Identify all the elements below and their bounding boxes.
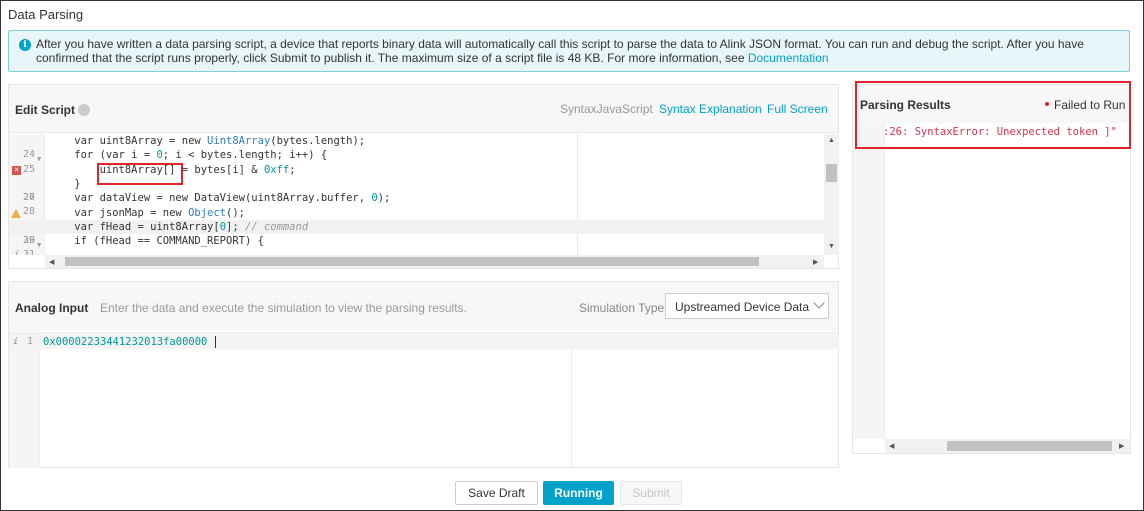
script-language-label: SyntaxJavaScript: [560, 102, 653, 116]
scroll-thumb[interactable]: [947, 441, 1112, 451]
warning-icon[interactable]: [11, 208, 21, 218]
documentation-link[interactable]: Documentation: [748, 51, 829, 65]
line-number: 1: [26, 336, 33, 347]
input-line-gutter: [9, 334, 40, 468]
info-banner: i After you have written a data parsing …: [8, 30, 1130, 72]
scroll-thumb[interactable]: [65, 257, 759, 266]
code-line: 24 var uint8Array = new Uint8Array(bytes…: [9, 134, 824, 160]
edit-script-header: Edit Script SyntaxJavaScript Syntax Expl…: [9, 85, 838, 133]
code-text: if (fHead == COMMAND_REPORT) {: [49, 235, 264, 248]
save-draft-button[interactable]: Save Draft: [455, 481, 538, 505]
running-button[interactable]: Running: [543, 481, 614, 505]
submit-button[interactable]: Submit: [620, 481, 682, 505]
analog-input-panel: Analog Input Enter the data and execute …: [8, 281, 839, 468]
scroll-thumb[interactable]: [826, 164, 837, 182]
code-text: var uint8Array = new: [49, 135, 208, 147]
full-screen-link[interactable]: Full Screen: [767, 102, 828, 116]
code-line: 25 ▼ for (var i = 0; i < bytes.length; i…: [9, 148, 824, 174]
code-text: }: [49, 177, 81, 190]
info-icon: i: [19, 39, 31, 51]
text-cursor: [215, 336, 216, 348]
code-text: );: [377, 192, 391, 205]
code-line: 28 var dataView = new DataView(uint8Arra…: [9, 191, 824, 217]
analog-input-title: Analog Input: [15, 301, 89, 315]
analog-input-value[interactable]: 0x00002233441232013fa00000: [43, 335, 207, 349]
code-text: var jsonMap = new: [49, 206, 189, 219]
code-text: (bytes.length);: [270, 135, 366, 147]
analog-input-header: Analog Input Enter the data and execute …: [9, 282, 838, 334]
scroll-up-icon[interactable]: ▲: [828, 137, 835, 144]
page-title: Data Parsing: [8, 7, 84, 22]
code-type: Uint8Array: [207, 135, 271, 147]
code-number: 0xff: [263, 163, 290, 176]
simulation-type-value: Upstreamed Device Data: [675, 300, 810, 314]
chevron-down-icon: [813, 297, 825, 309]
print-margin: [571, 348, 572, 468]
code-text: ();: [226, 206, 245, 219]
code-comment: // command: [244, 220, 309, 233]
scroll-right-icon[interactable]: ▶: [813, 258, 818, 266]
code-text: ];: [226, 220, 245, 233]
code-text: ;: [289, 163, 296, 176]
error-icon[interactable]: ✕: [12, 165, 21, 175]
code-type: Object: [188, 206, 227, 219]
results-horizontal-scrollbar[interactable]: ◀ ▶: [885, 439, 1130, 453]
error-highlight-box: [97, 163, 183, 185]
result-line-gutter: [853, 123, 885, 439]
edit-script-title: Edit Script: [15, 103, 76, 117]
code-text: var fHead = uint8Array[: [49, 220, 220, 233]
result-highlight-box: [855, 81, 1131, 149]
code-line: i 32: [9, 248, 824, 255]
code-line-active: 30 var fHead = uint8Array[0]; // command: [9, 219, 824, 246]
code-text: var dataView = new DataView(uint8Array.b…: [49, 192, 372, 205]
code-text: ; i < bytes.length; i++) {: [162, 149, 328, 162]
info-message: After you have written a data parsing sc…: [36, 37, 1084, 65]
simulation-type-select[interactable]: Upstreamed Device Data: [665, 293, 829, 319]
syntax-explanation-link[interactable]: Syntax Explanation: [659, 102, 762, 116]
scroll-right-icon[interactable]: ▶: [1119, 442, 1124, 450]
scroll-down-icon[interactable]: ▼: [828, 243, 835, 250]
script-code-editor[interactable]: 24 var uint8Array = new Uint8Array(bytes…: [9, 134, 824, 255]
help-icon[interactable]: [78, 104, 90, 116]
scroll-left-icon[interactable]: ◀: [49, 258, 54, 266]
info-marker-icon[interactable]: i: [14, 248, 19, 255]
simulation-type-label: Simulation Type: [579, 301, 665, 315]
analog-input-hint: Enter the data and execute the simulatio…: [100, 301, 467, 315]
code-line: 29 var jsonMap = new Object();: [9, 206, 824, 246]
code-line: 31 ▼ if (fHead == COMMAND_REPORT) {: [9, 234, 824, 255]
editor-vertical-scrollbar[interactable]: ▲ ▼: [824, 134, 839, 255]
code-text: for (var i =: [49, 149, 157, 162]
info-text: After you have written a data parsing sc…: [36, 37, 1122, 65]
editor-horizontal-scrollbar[interactable]: ◀ ▶: [45, 255, 824, 268]
analog-input-editor[interactable]: i 1 0x00002233441232013fa00000: [9, 335, 839, 349]
scroll-left-icon[interactable]: ◀: [889, 442, 894, 450]
